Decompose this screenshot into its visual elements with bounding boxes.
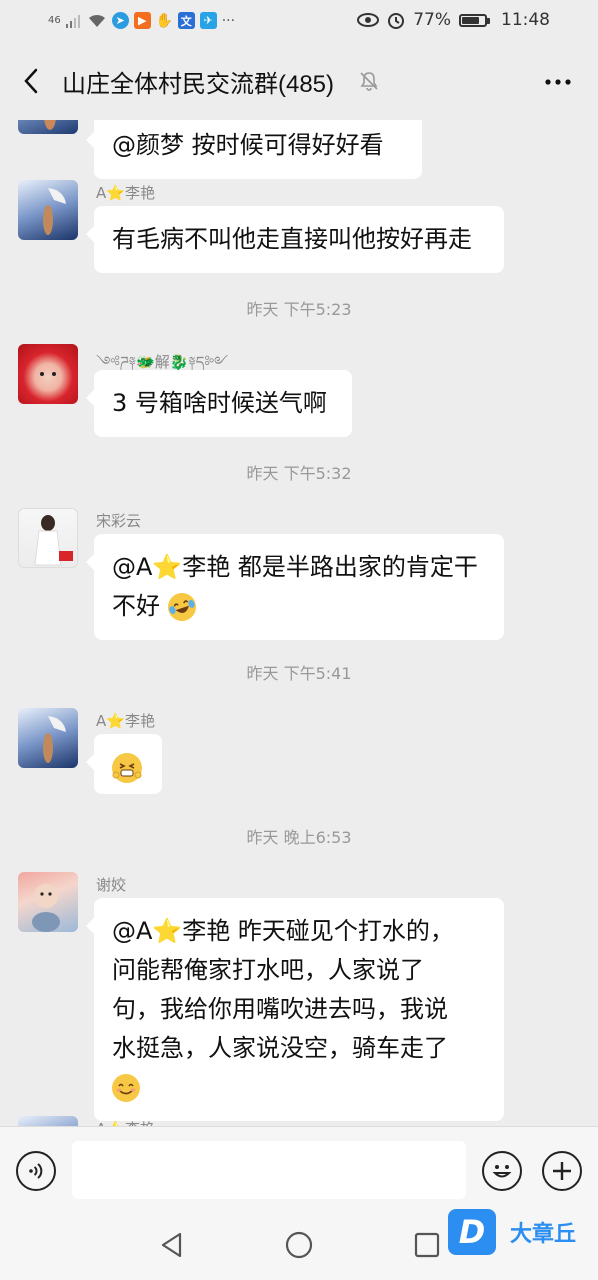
- laughing-tears-emoji: [163, 589, 200, 625]
- sender-name: 宋彩云: [96, 512, 142, 530]
- message-input[interactable]: [72, 1141, 466, 1199]
- emoji-button[interactable]: [482, 1151, 522, 1191]
- hand-icon: ✋: [155, 12, 173, 29]
- avatar[interactable]: [18, 180, 78, 240]
- message-bubble[interactable]: @A⭐李艳 都是半路出家的肯定干 不好: [86, 534, 504, 640]
- translate-icon: 文: [177, 12, 195, 29]
- status-bar: 46 ➤ ▶ ✋ 文 ✈ ··· 77% 11:48: [0, 0, 598, 44]
- chat-header: 山庄全体村民交流群(485): [0, 44, 598, 120]
- message-bubble[interactable]: @颜梦 按时候可得好好看: [86, 120, 422, 179]
- more-menu-icon[interactable]: [542, 70, 574, 94]
- smiley-icon: [492, 1165, 512, 1178]
- alarm-icon: [388, 13, 405, 29]
- telegram-icon: ➤: [111, 12, 129, 29]
- timestamp: 昨天 下午5:32: [246, 464, 352, 483]
- message-text-line: 不好: [112, 587, 486, 626]
- group-title: 山庄全体村民交流群(485): [62, 71, 335, 98]
- voice-toggle-button[interactable]: [16, 1151, 56, 1191]
- avatar[interactable]: [18, 1116, 78, 1126]
- avatar[interactable]: [18, 344, 78, 404]
- avatar[interactable]: [18, 120, 78, 134]
- clock: 11:48: [501, 10, 550, 30]
- wifi-icon: [88, 14, 105, 27]
- watermark-logo: D 大章丘: [448, 1206, 598, 1258]
- message-text: 有毛病不叫他走直接叫他按好再走: [112, 225, 472, 253]
- battery-level: [462, 16, 479, 24]
- plus-icon: [553, 1162, 571, 1180]
- sender-name: 谢姣: [96, 876, 127, 894]
- input-bar: [0, 1126, 598, 1215]
- smile-emoji: [112, 1074, 140, 1102]
- plane-app-icon: ✈: [199, 12, 217, 29]
- signal-icon: [65, 14, 80, 28]
- battery-percent: 77%: [413, 10, 451, 30]
- message-bubble[interactable]: 有毛病不叫他走直接叫他按好再走: [86, 206, 504, 273]
- message-text: @A⭐李艳 都是半路出家的肯定干: [112, 553, 478, 581]
- avatar[interactable]: [18, 872, 78, 932]
- message-list[interactable]: @颜梦 按时候可得好好看 A⭐李艳 有毛病不叫他走直接叫他按好再走 昨天 下午5…: [0, 120, 598, 1126]
- video-app-icon: ▶: [133, 12, 151, 29]
- more-notifications-icon: ···: [221, 12, 236, 29]
- status-left: 46 ➤ ▶ ✋ 文 ✈ ···: [48, 12, 235, 29]
- more-functions-button[interactable]: [542, 1151, 582, 1191]
- nav-recents-icon[interactable]: [413, 1231, 441, 1259]
- voice-icon: [29, 1163, 43, 1179]
- watermark-badge: D: [448, 1209, 496, 1255]
- back-arrow-icon[interactable]: [18, 66, 48, 96]
- sender-name: A⭐李艳: [96, 1118, 155, 1126]
- message-bubble[interactable]: 3 号箱啥时候送气啊: [86, 370, 352, 437]
- timestamp: 昨天 下午5:41: [246, 664, 352, 683]
- avatar[interactable]: [18, 508, 78, 568]
- timestamp: 昨天 下午5:23: [246, 300, 352, 319]
- mute-bell-icon: [360, 72, 378, 91]
- message-emoji-line: [112, 1068, 486, 1107]
- sender-name: A⭐李艳: [96, 712, 155, 730]
- message-text: @颜梦 按时候可得好好看: [112, 131, 384, 159]
- message-bubble[interactable]: [86, 734, 162, 794]
- nav-home-icon[interactable]: [285, 1231, 313, 1259]
- message-text-line: 水挺急，人家说没空，骑车走了: [112, 1034, 448, 1062]
- network-type: 46: [48, 15, 61, 26]
- grin-emoji: [112, 753, 142, 783]
- sender-name: A⭐李艳: [96, 184, 155, 202]
- message-bubble[interactable]: @A⭐李艳 昨天碰见个打水的， 问能帮俺家打水吧，人家说了 句，我给你用嘴吹进去…: [86, 898, 504, 1121]
- status-right: 77% 11:48: [357, 10, 550, 30]
- eye-icon: [357, 13, 380, 27]
- avatar[interactable]: [18, 708, 78, 768]
- timestamp: 昨天 晚上6:53: [246, 828, 352, 847]
- message-text-line: 问能帮俺家打水吧，人家说了: [112, 956, 424, 984]
- nav-back-icon[interactable]: [158, 1231, 186, 1259]
- message-text-line: 句，我给你用嘴吹进去吗，我说: [112, 995, 448, 1023]
- battery-icon: [459, 13, 490, 27]
- message-text-line: @A⭐李艳 昨天碰见个打水的，: [112, 917, 454, 945]
- message-text: 3 号箱啥时候送气啊: [112, 389, 327, 417]
- watermark-text: 大章丘: [510, 1222, 577, 1247]
